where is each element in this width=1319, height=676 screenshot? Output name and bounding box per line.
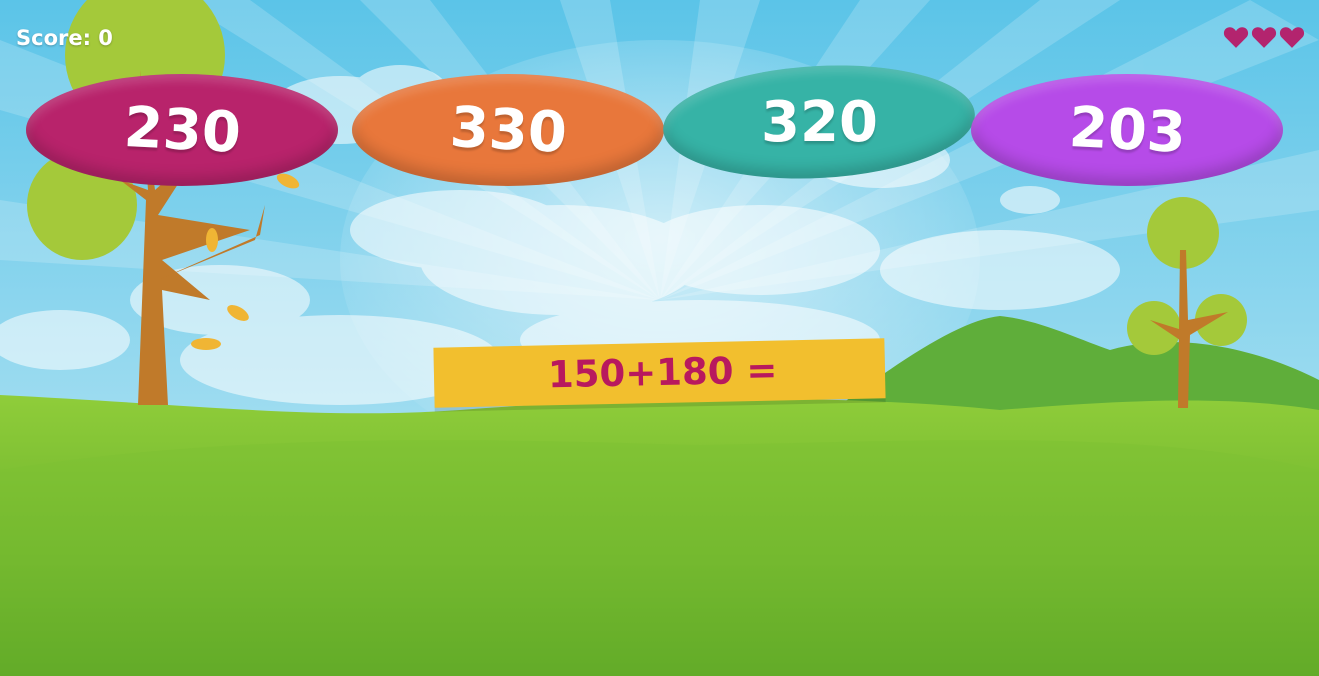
answer-label-2: 330: [447, 94, 569, 166]
score-display: Score: 0: [16, 26, 113, 50]
answer-bubble-1[interactable]: 230: [26, 74, 338, 186]
question-board: 150+180 =: [433, 338, 886, 408]
grass-ridge: [0, 440, 1319, 676]
answer-label-3: 320: [760, 89, 878, 155]
answer-label-1: 230: [121, 94, 243, 166]
heart-icon: [1223, 27, 1249, 48]
answer-label-4: 203: [1066, 94, 1188, 166]
lives-display: [1223, 24, 1305, 50]
answer-bubble-4[interactable]: 203: [971, 74, 1283, 186]
question-text: 150+180 =: [547, 348, 778, 397]
heart-icon: [1251, 27, 1277, 48]
heart-icon: [1279, 27, 1305, 48]
answer-bubble-2[interactable]: 330: [352, 74, 664, 186]
